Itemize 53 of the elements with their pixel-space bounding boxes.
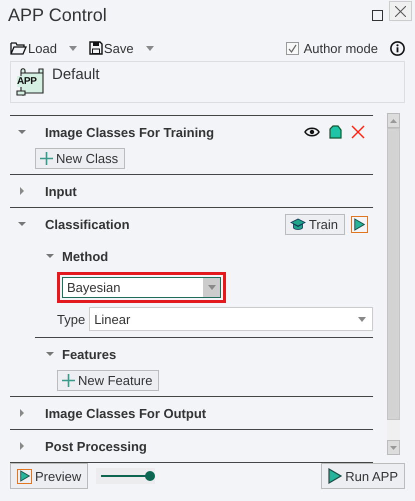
window-title: APP Control [8,4,108,26]
collapse-triangle-icon[interactable] [18,128,26,136]
section-title: Classification [45,216,130,232]
dropdown-caret-icon[interactable] [146,46,154,50]
scroll-up-button[interactable] [387,113,400,128]
collapse-triangle-icon[interactable] [46,252,54,260]
collapse-triangle-icon[interactable] [46,350,54,358]
close-button[interactable] [389,1,412,21]
new-class-button[interactable]: New Class [35,148,126,169]
type-label: Type [57,312,86,326]
preview-button[interactable]: Preview [10,463,88,489]
play-icon [328,468,342,484]
close-icon [395,6,406,16]
scrollbar-thumb[interactable] [387,128,400,420]
expand-triangle-icon[interactable] [18,442,26,450]
eye-icon[interactable] [304,127,320,137]
section-title: Method [62,248,108,264]
profile-name: Default [52,66,100,83]
author-mode-label: Author mode [304,40,378,56]
new-feature-button[interactable]: New Feature [57,370,160,391]
delete-icon[interactable] [351,125,365,139]
expand-triangle-icon[interactable] [18,409,26,417]
plus-icon [40,152,53,165]
section-title: Input [45,184,77,198]
up-arrow-icon [390,118,397,122]
run-app-button[interactable]: Run APP [321,463,405,489]
folder-icon [10,42,27,54]
dropdown-caret-icon[interactable] [68,46,77,50]
maximize-icon[interactable] [372,10,383,20]
method-dropdown[interactable]: Bayesian [62,277,221,298]
plus-icon [62,374,75,387]
type-dropdown[interactable]: Linear [89,307,373,331]
scroll-down-button[interactable] [387,440,400,455]
section-title: Image Classes For Output [45,406,206,420]
pentagon-icon[interactable] [329,125,342,139]
section-title: Image Classes For Training [45,124,214,140]
train-button[interactable]: Train [284,214,345,234]
play-icon [354,218,365,230]
author-mode-checkbox[interactable] [286,42,299,54]
info-icon[interactable] [390,40,405,56]
collapse-triangle-icon[interactable] [18,220,26,228]
graduation-cap-icon [290,218,306,230]
play-icon [20,470,30,482]
load-button[interactable]: Load [10,40,57,56]
dropdown-caret-icon[interactable] [208,285,216,290]
run-button[interactable] [351,216,368,232]
expand-triangle-icon[interactable] [18,187,26,195]
section-title: Features [62,346,116,362]
save-button[interactable]: Save [88,40,134,56]
slider[interactable] [96,468,156,484]
dropdown-caret-icon[interactable] [358,316,366,322]
down-arrow-icon [390,446,397,450]
section-title: Post Processing [45,438,147,454]
